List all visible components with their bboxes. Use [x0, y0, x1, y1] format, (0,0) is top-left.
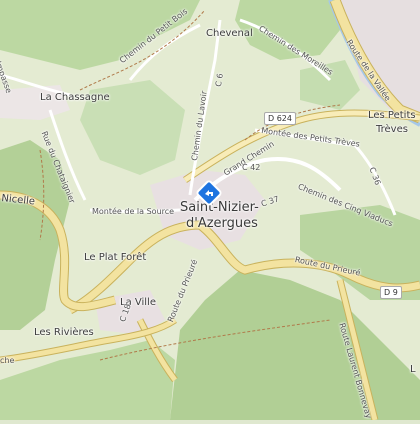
map-view[interactable]: Chevenal La Chassagne Les Petits Trèves … — [0, 0, 420, 421]
location-pin-icon[interactable] — [196, 180, 222, 206]
road-shield-d9: D 9 — [380, 286, 402, 299]
marker-graphic — [196, 180, 222, 206]
road-montee-source — [89, 208, 181, 213]
road-shield-d624: D 624 — [264, 112, 296, 125]
map-canvas[interactable] — [0, 0, 420, 421]
